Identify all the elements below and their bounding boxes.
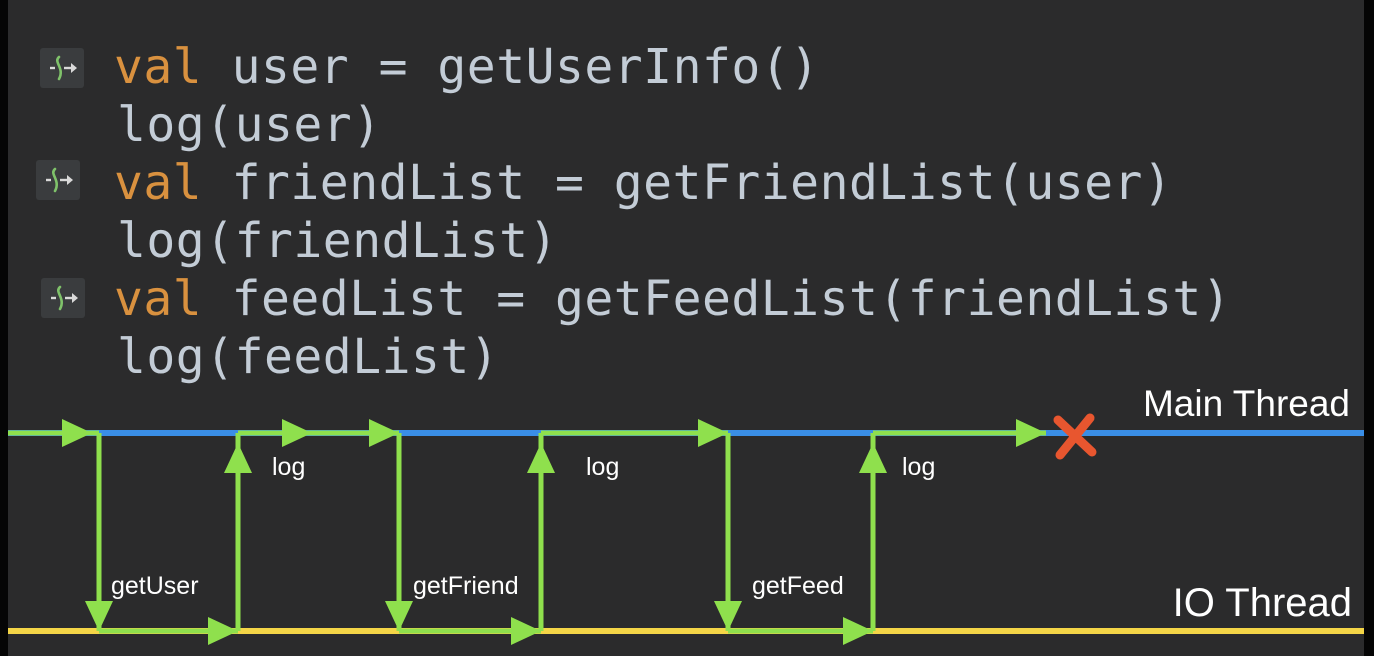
arrow-head	[698, 419, 728, 447]
log-call-label: log	[272, 453, 305, 481]
io-call-label: getFeed	[752, 572, 844, 600]
thread-diagram: getUser getFriend getFeed log log log Main Th…	[8, 383, 1364, 645]
arrow-head	[62, 419, 92, 447]
arrow-head	[714, 601, 742, 631]
log-call-label: log	[902, 453, 935, 481]
arrow-head	[527, 443, 555, 473]
arrow-head	[369, 419, 399, 447]
main-thread-label: Main Thread	[1143, 383, 1350, 424]
arrow-head	[85, 601, 113, 631]
arrow-head	[843, 617, 873, 645]
io-call-label: getFriend	[413, 572, 519, 600]
execution-flow	[8, 419, 1046, 645]
arrow-head	[1016, 419, 1046, 447]
io-thread-label: IO Thread	[1173, 581, 1352, 625]
slide: val user = getUserInfo() log(user) val fri…	[0, 0, 1374, 656]
arrow-head	[385, 601, 413, 631]
log-call-label: log	[586, 453, 619, 481]
diagram-labels: getUser getFriend getFeed log log log	[111, 453, 935, 600]
arrow-head	[224, 443, 252, 473]
io-call-label: getUser	[111, 572, 199, 600]
arrow-head	[282, 419, 312, 447]
cross-icon	[1053, 413, 1097, 460]
arrow-head	[859, 443, 887, 473]
arrow-head	[208, 617, 238, 645]
arrow-head	[511, 617, 541, 645]
